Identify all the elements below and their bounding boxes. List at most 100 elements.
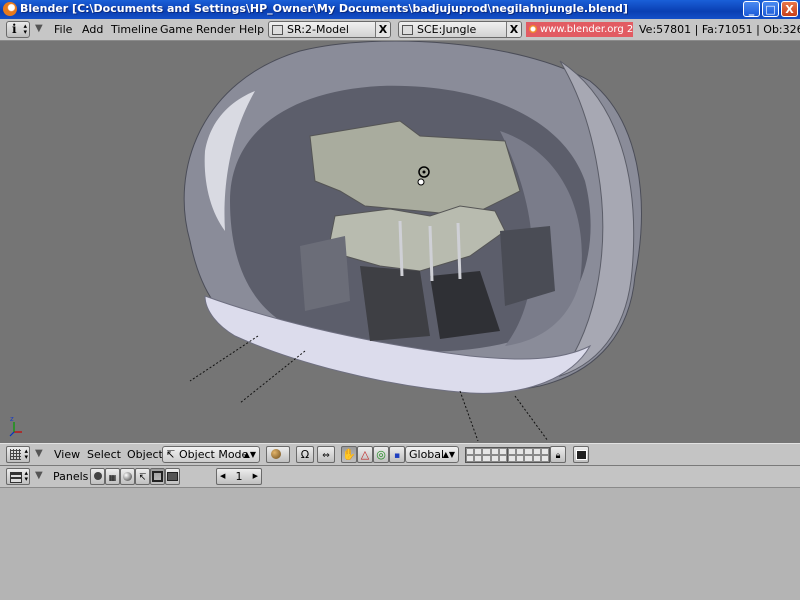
manipulator-toggle[interactable]: ⇔: [317, 446, 335, 463]
object-context-button[interactable]: ↸: [135, 468, 150, 485]
render-icon: [575, 450, 587, 460]
rotate-manipulator-button[interactable]: ◎: [373, 446, 389, 463]
3d-cursor: [417, 178, 425, 186]
transform-orientation-dropdown[interactable]: Global ▲▼: [405, 446, 459, 463]
scene-render: z: [9, 41, 642, 442]
svg-text:z: z: [10, 415, 14, 423]
minimize-button[interactable]: _: [743, 1, 760, 17]
info-header: i ▴ ▾ ▼ File Add Timeline Game Render Hel…: [0, 19, 800, 41]
decrement-arrow-icon[interactable]: ◀: [220, 469, 225, 484]
scene-context-button[interactable]: [165, 468, 180, 485]
layers-block-2[interactable]: [507, 447, 550, 463]
window-type-button[interactable]: i ▴ ▾: [6, 21, 30, 38]
scene-statistics: Ve:57801 | Fa:71051 | Ob:326-0 | La: [639, 23, 800, 36]
pillar: [456, 222, 462, 280]
menu-file[interactable]: File: [54, 23, 72, 36]
window-titlebar: Blender [C:\Documents and Settings\HP_Ow…: [0, 0, 800, 19]
chevron-updown-icon: ▲▼: [243, 450, 256, 459]
delete-screen-button[interactable]: X: [375, 22, 390, 37]
square-icon: ▪: [393, 451, 401, 461]
shading-context-button[interactable]: [120, 468, 135, 485]
pillar: [428, 225, 434, 282]
window-title: Blender [C:\Documents and Settings\HP_Ow…: [20, 2, 628, 15]
relationship-line: [239, 350, 306, 404]
close-button[interactable]: X: [781, 1, 798, 17]
scene-selector[interactable]: SCE:Jungle X: [398, 21, 522, 38]
collapse-menu-triangle-icon[interactable]: ▼: [35, 23, 43, 34]
dark-block-left: [360, 266, 430, 341]
buttons-window-area[interactable]: [0, 488, 800, 600]
axis-icon: ↸: [138, 473, 147, 483]
blender-website-link[interactable]: www.blender.org 245: [526, 22, 633, 37]
draw-type-button[interactable]: [266, 446, 290, 463]
hand-manipulator-button[interactable]: ✋: [341, 446, 357, 463]
hand-icon: ✋: [342, 448, 356, 461]
pillar: [398, 220, 404, 277]
object-origin-dot: [422, 170, 426, 174]
window-type-button[interactable]: ▴ ▾: [6, 468, 30, 485]
script-icon: ▦: [108, 473, 117, 482]
orientation-label: Global: [409, 448, 445, 461]
menu-select[interactable]: Select: [87, 448, 121, 461]
sphere-icon: [123, 472, 132, 481]
translate-manipulator-button[interactable]: △: [357, 446, 373, 463]
mesh-square-icon: [152, 471, 163, 482]
frame-number-field[interactable]: ◀ 1 ▶: [216, 468, 262, 485]
menu-timeline[interactable]: Timeline: [111, 23, 158, 36]
3d-view-header: ▴ ▾ ▼ View Select Object ↸ Object Mode ▲▼…: [0, 443, 800, 466]
window-type-button[interactable]: ▴ ▾: [6, 446, 30, 463]
lock-layers-button[interactable]: 🔒︎: [550, 446, 566, 463]
relationship-line: [514, 395, 549, 442]
info-icon: i: [12, 22, 17, 36]
render-view-button[interactable]: [573, 446, 589, 463]
layers-block-1[interactable]: [465, 447, 508, 463]
lock-icon: 🔒︎: [555, 451, 561, 461]
pivot-button[interactable]: Ω: [296, 446, 314, 463]
menu-help[interactable]: Help: [239, 23, 264, 36]
manipulator-icon: ⇔: [322, 451, 330, 461]
scale-manipulator-button[interactable]: ▪: [389, 446, 405, 463]
delete-scene-button[interactable]: X: [506, 22, 521, 37]
buttons-window-icon: [10, 472, 22, 483]
chevron-updown-icon: ▲▼: [442, 450, 455, 459]
menu-add[interactable]: Add: [82, 23, 103, 36]
3d-viewport[interactable]: z: [0, 41, 800, 443]
frame-value: 1: [235, 470, 243, 483]
mode-dropdown[interactable]: ↸ Object Mode ▲▼: [162, 446, 260, 463]
pacman-icon: [93, 472, 102, 480]
increment-arrow-icon[interactable]: ▶: [253, 469, 258, 484]
image-icon: [167, 472, 178, 481]
screen-selector[interactable]: SR:2-Model X: [268, 21, 391, 38]
blender-logo-icon: [3, 2, 17, 16]
scene-name: SCE:Jungle: [417, 23, 477, 36]
buttons-window-header: ▴ ▾ ▼ Panels ▦ ↸ ◀ 1 ▶: [0, 466, 800, 488]
chevron-updown-icon: ▴ ▾: [24, 469, 28, 483]
maximize-button[interactable]: □: [762, 1, 779, 17]
screen-icon: [272, 25, 283, 35]
grid-icon: [10, 449, 21, 460]
menu-view[interactable]: View: [54, 448, 80, 461]
relationship-line: [459, 390, 479, 442]
triangle-icon: △: [360, 448, 370, 461]
small-panel-left: [300, 236, 350, 311]
logic-context-button[interactable]: [90, 468, 105, 485]
collapse-menu-triangle-icon[interactable]: ▼: [35, 470, 43, 481]
menu-panels[interactable]: Panels: [53, 470, 88, 483]
mode-label: Object Mode: [179, 448, 249, 461]
screen-name: SR:2-Model: [287, 23, 349, 36]
editing-context-button[interactable]: [150, 468, 165, 485]
pivot-icon: Ω: [300, 448, 310, 461]
ring-icon: ◎: [376, 448, 386, 461]
axis-gizmo-icon: z: [9, 415, 22, 437]
collapse-menu-triangle-icon[interactable]: ▼: [35, 448, 43, 459]
menu-game[interactable]: Game: [160, 23, 193, 36]
script-context-button[interactable]: ▦: [105, 468, 120, 485]
shaded-sphere-icon: [271, 449, 281, 459]
menu-object[interactable]: Object: [127, 448, 163, 461]
chevron-updown-icon: ▴ ▾: [23, 22, 27, 36]
menu-render[interactable]: Render: [196, 23, 235, 36]
object-mode-icon: ↸: [166, 448, 176, 461]
chevron-updown-icon: ▴ ▾: [24, 447, 28, 461]
scene-icon: [402, 25, 413, 35]
relationship-line: [189, 335, 259, 382]
